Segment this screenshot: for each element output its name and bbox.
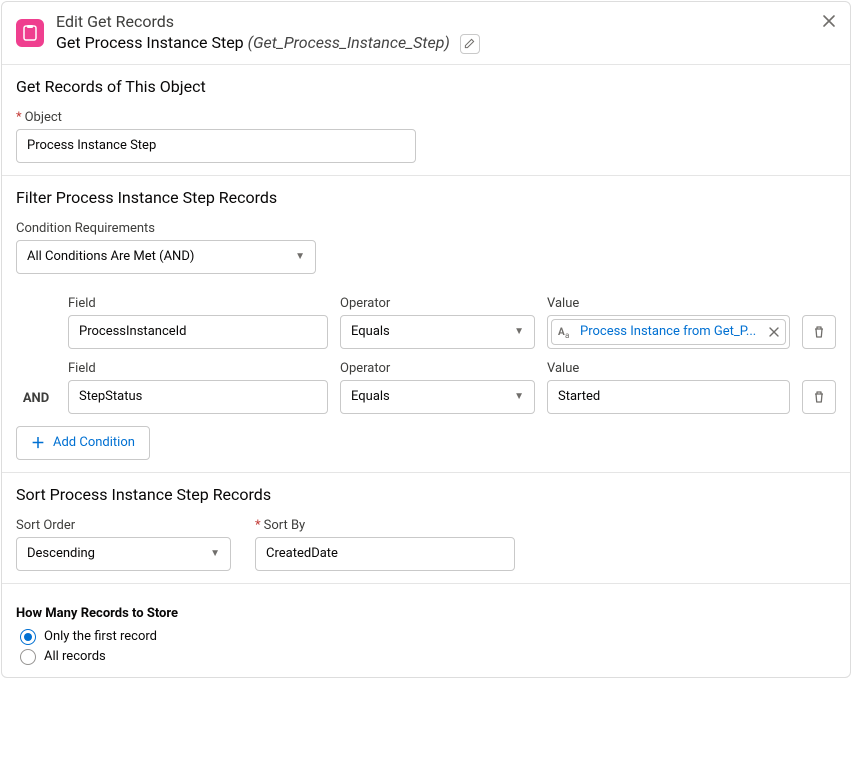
filter-operator-select[interactable]: Equals ▼	[340, 380, 535, 414]
object-label: *Object	[16, 110, 836, 125]
chevron-down-icon: ▼	[295, 251, 305, 262]
element-name: Get Process Instance Step	[56, 33, 244, 52]
store-option-all[interactable]: All records	[20, 649, 836, 665]
svg-text:a: a	[565, 331, 569, 339]
get-records-icon	[16, 19, 44, 47]
chevron-down-icon: ▼	[514, 391, 524, 402]
filter-row: AND Field StepStatus Operator Equals ▼ V…	[16, 361, 836, 414]
field-label: Field	[68, 361, 328, 376]
panel-header: Edit Get Records Get Process Instance St…	[2, 2, 850, 65]
delete-row-button[interactable]	[802, 315, 836, 349]
value-label: Value	[547, 361, 790, 376]
section-filter-title: Filter Process Instance Step Records	[16, 188, 836, 207]
filter-field-input[interactable]: StepStatus	[68, 380, 328, 414]
filter-value-input[interactable]: Started	[547, 380, 790, 414]
sort-by-label: *Sort By	[255, 518, 515, 533]
section-store: How Many Records to Store Only the first…	[2, 584, 850, 677]
operator-label: Operator	[340, 361, 535, 376]
sort-order-select[interactable]: Descending ▼	[16, 537, 231, 571]
and-connector: AND	[16, 391, 56, 414]
required-star: *	[16, 110, 22, 125]
object-input[interactable]: Process Instance Step	[16, 129, 416, 163]
svg-text:A: A	[558, 327, 565, 338]
condition-requirements-select[interactable]: All Conditions Are Met (AND) ▼	[16, 240, 316, 274]
value-resource-pill[interactable]: Aa Process Instance from Get_P...	[551, 319, 786, 345]
radio-checked-icon	[20, 629, 36, 645]
filter-field-input[interactable]: ProcessInstanceId	[68, 315, 328, 349]
filter-operator-select[interactable]: Equals ▼	[340, 315, 535, 349]
section-object: Get Records of This Object *Object Proce…	[2, 65, 850, 176]
operator-label: Operator	[340, 296, 535, 311]
panel-title: Edit Get Records	[56, 12, 836, 31]
filter-row: Field ProcessInstanceId Operator Equals …	[16, 296, 836, 349]
pill-remove-button[interactable]	[769, 327, 779, 337]
section-object-title: Get Records of This Object	[16, 77, 836, 96]
section-filter: Filter Process Instance Step Records Con…	[2, 176, 850, 473]
edit-get-records-panel: Edit Get Records Get Process Instance St…	[1, 1, 851, 678]
edit-name-button[interactable]	[460, 34, 480, 54]
required-star: *	[255, 518, 261, 533]
text-formula-icon: Aa	[558, 325, 574, 339]
section-sort: Sort Process Instance Step Records Sort …	[2, 473, 850, 584]
sort-order-label: Sort Order	[16, 518, 231, 533]
condition-requirements-label: Condition Requirements	[16, 221, 836, 236]
section-sort-title: Sort Process Instance Step Records	[16, 485, 836, 504]
chevron-down-icon: ▼	[210, 548, 220, 559]
value-label: Value	[547, 296, 790, 311]
store-option-first[interactable]: Only the first record	[20, 629, 836, 645]
radio-unchecked-icon	[20, 649, 36, 665]
add-condition-button[interactable]: ＋ Add Condition	[16, 426, 150, 460]
delete-row-button[interactable]	[802, 380, 836, 414]
store-title: How Many Records to Store	[16, 606, 836, 621]
close-button[interactable]	[818, 10, 840, 32]
plus-icon: ＋	[31, 433, 45, 453]
field-label: Field	[68, 296, 328, 311]
filter-value-input[interactable]: Aa Process Instance from Get_P...	[547, 315, 790, 349]
chevron-down-icon: ▼	[514, 326, 524, 337]
panel-subtitle: Get Process Instance Step (Get_Process_I…	[56, 33, 836, 54]
element-api-name: (Get_Process_Instance_Step)	[248, 33, 450, 52]
sort-by-input[interactable]: CreatedDate	[255, 537, 515, 571]
